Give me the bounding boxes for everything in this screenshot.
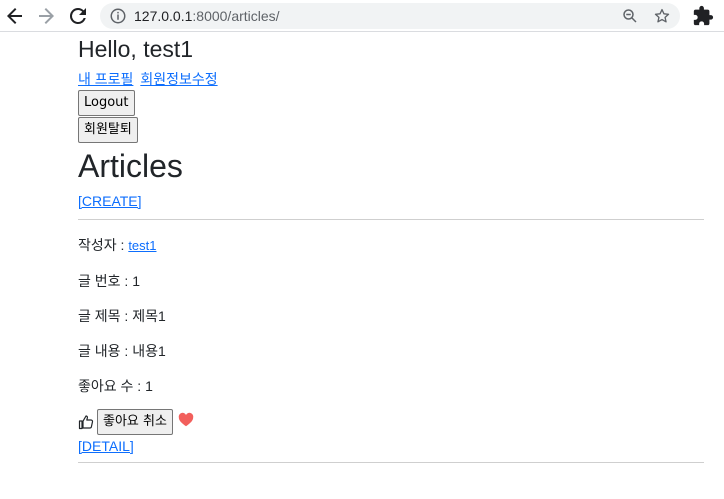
withdraw-button[interactable]: 회원탈퇴 xyxy=(78,117,138,143)
divider xyxy=(78,219,704,220)
author-link[interactable]: test1 xyxy=(128,238,156,253)
logout-button[interactable]: Logout xyxy=(78,90,135,116)
article-title: 글 제목 : 제목1 xyxy=(78,308,166,324)
article-content: 글 내용 : 내용1 xyxy=(78,343,166,359)
address-bar[interactable]: 127.0.0.1:8000/articles/ xyxy=(100,3,680,29)
forward-arrow-icon[interactable] xyxy=(34,4,58,28)
puzzle-icon[interactable] xyxy=(692,5,714,32)
page-content: Hello, test1 내 프로필 회원정보수정 Logout 회원탈퇴 Ar… xyxy=(78,34,704,463)
profile-link[interactable]: 내 프로필 xyxy=(78,71,133,87)
detail-link[interactable]: [DETAIL] xyxy=(78,438,134,454)
author-label: 작성자 : xyxy=(78,237,129,253)
article-author: 작성자 : test1 xyxy=(78,236,704,255)
thumbs-up-icon xyxy=(78,414,94,430)
back-arrow-icon[interactable] xyxy=(3,4,27,28)
like-row: 좋아요 취소 xyxy=(78,409,704,435)
browser-toolbar: 127.0.0.1:8000/articles/ xyxy=(0,0,724,32)
info-icon[interactable] xyxy=(109,7,127,30)
unlike-button[interactable]: 좋아요 취소 xyxy=(97,409,173,435)
article-likes: 좋아요 수 : 1 xyxy=(78,378,153,394)
reload-icon[interactable] xyxy=(66,4,90,28)
create-link[interactable]: [CREATE] xyxy=(78,193,142,209)
article-number: 글 번호 : 1 xyxy=(78,273,140,289)
edit-account-link[interactable]: 회원정보수정 xyxy=(140,71,217,87)
divider xyxy=(78,462,704,463)
zoom-icon[interactable] xyxy=(621,7,639,30)
url-host: 127.0.0.1 xyxy=(134,8,193,24)
url-path: :8000/articles/ xyxy=(192,8,280,24)
star-icon[interactable] xyxy=(653,7,671,30)
greeting-heading: Hello, test1 xyxy=(78,36,194,62)
url-text[interactable]: 127.0.0.1:8000/articles/ xyxy=(134,8,280,24)
article-item: 작성자 : test1 글 번호 : 1 글 제목 : 제목1 글 내용 : 내… xyxy=(78,236,704,456)
heart-icon xyxy=(178,412,194,432)
page-title: Articles xyxy=(78,148,183,184)
account-links: 내 프로필 회원정보수정 xyxy=(78,70,704,88)
